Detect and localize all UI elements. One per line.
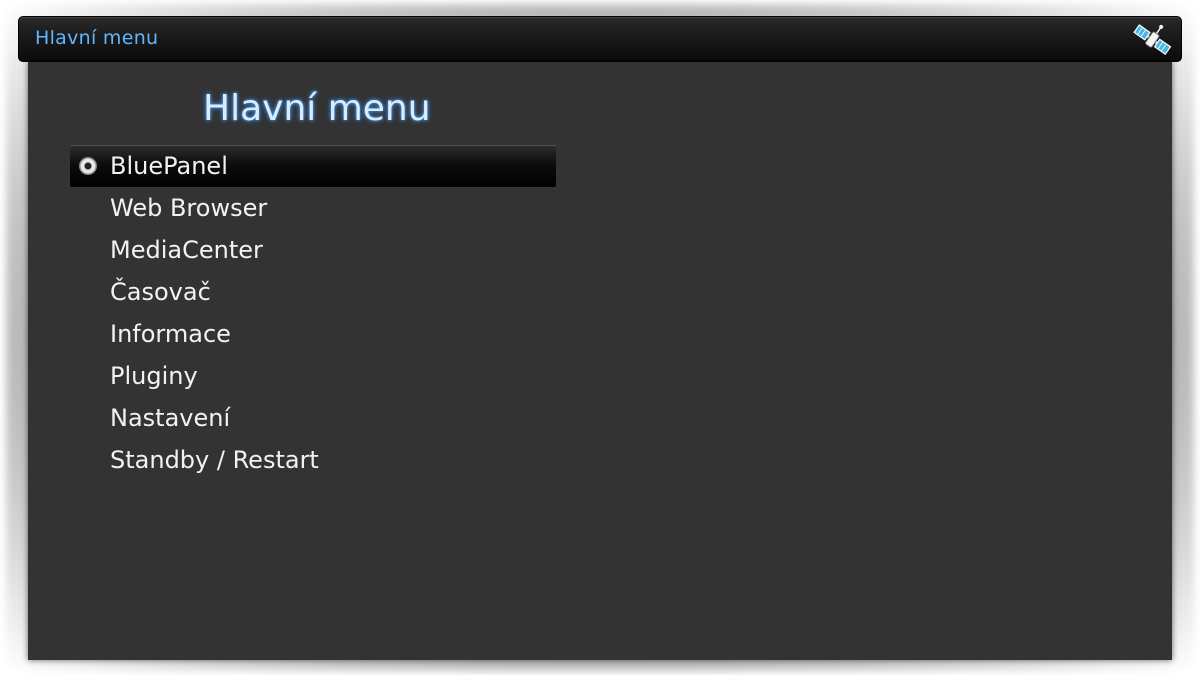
menu-item-label: MediaCenter [110, 236, 263, 264]
menu-item-label: BluePanel [110, 152, 228, 180]
title-bar: Hlavní menu [18, 16, 1182, 62]
selected-indicator-icon [79, 157, 97, 175]
menu-item[interactable]: Standby / Restart [70, 439, 556, 481]
menu-item[interactable]: Web Browser [70, 187, 556, 229]
satellite-icon [1131, 20, 1173, 60]
menu-item-label: Standby / Restart [110, 446, 319, 474]
menu-item-label: Nastavení [110, 404, 231, 432]
menu-item[interactable]: MediaCenter [70, 229, 556, 271]
main-menu: BluePanel Web Browser MediaCenter Časovač In… [70, 145, 556, 481]
menu-item[interactable]: Časovač [70, 271, 556, 313]
main-panel: Hlavní menu BluePanel Web Browser MediaCen… [28, 62, 1172, 660]
menu-item-label: Časovač [110, 278, 211, 306]
menu-item[interactable]: BluePanel [70, 145, 556, 187]
menu-item-label: Web Browser [110, 194, 268, 222]
menu-item[interactable]: Nastavení [70, 397, 556, 439]
menu-item-label: Informace [110, 320, 231, 348]
menu-item[interactable]: Informace [70, 313, 556, 355]
window-title: Hlavní menu [35, 27, 159, 49]
menu-item-label: Pluginy [110, 362, 198, 390]
page-title: Hlavní menu [203, 88, 431, 129]
menu-item[interactable]: Pluginy [70, 355, 556, 397]
